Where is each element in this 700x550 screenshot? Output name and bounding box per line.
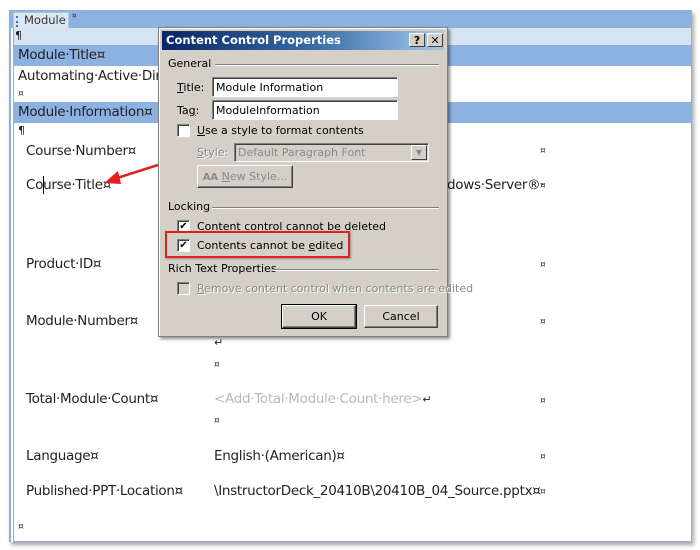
remove-cc-checkbox[interactable] [177,282,190,295]
title-input-value: Module Information [216,81,324,94]
cell-end-mark: ¤ [540,452,546,462]
style-field-label: Style: [197,146,228,159]
module-content-control-tag[interactable]: Module [13,12,69,29]
module-header-band [10,11,691,28]
button-label: ew Style... [229,170,288,183]
tag-field-label: Tag: [177,104,199,117]
cell-end-mark: ¤ [540,260,546,270]
close-button[interactable]: ✕ [427,33,443,47]
title-field-label: Title: [177,81,204,94]
line-break-mark: ↵ [422,393,432,406]
chevron-down-icon[interactable]: ▼ [411,145,427,160]
title-input[interactable]: Module Information [212,77,398,97]
tag-input-value: ModuleInformation [216,104,320,117]
published-ppt-location-label: Published·PPT·Location¤ [26,483,183,499]
cell-end-mark: ¤ [18,89,24,99]
cell-end-mark: ¤ [214,360,220,370]
group-divider [212,207,439,209]
language-label: Language¤ [26,448,99,464]
tag-input[interactable]: ModuleInformation [212,100,398,120]
cancel-button[interactable]: Cancel [364,305,438,328]
new-style-button[interactable]: AA New Style... [197,165,293,188]
cell-end-mark: ¤ [540,487,546,497]
total-module-count-placeholder[interactable]: <Add·Total·Module·Count·here>↵ [214,391,432,407]
access-key: U [197,124,206,137]
cell-end-mark: ¤ [214,416,220,426]
style-select[interactable]: Default Paragraph Font ▼ [234,143,429,162]
total-module-count-label: Total·Module·Count¤ [26,391,159,407]
access-key: N [221,170,230,183]
new-style-icon: AA [202,172,219,183]
cell-end-mark: ¤ [540,181,546,191]
dialog-title: Content Control Properties [166,33,341,47]
course-title-label: Course·Title¤ [26,177,111,193]
published-ppt-location-value[interactable]: \InstructorDeck_20410B\20410B_04_Source.… [214,483,541,499]
module-title-heading: Module·Title¤ [18,47,106,63]
access-key: S [197,146,204,159]
label-text: : [195,104,200,117]
cell-end-mark: ¤ [540,146,546,156]
pilcrow-mark: ¶ [15,29,22,42]
product-id-label: Product·ID¤ [26,256,102,272]
group-divider [215,64,439,66]
rich-text-group-label: Rich Text Properties [168,262,277,275]
label-text: Ta [177,104,189,117]
label-text: tyle: [203,146,229,159]
module-information-heading: Module·Information¤ [18,104,153,120]
ok-button[interactable]: OK [281,304,357,329]
label-text: se a style to format contents [205,124,364,137]
use-style-label[interactable]: Use a style to format contents [197,124,364,137]
cell-end-mark: ¤ [540,396,546,406]
style-select-value: Default Paragraph Font [238,146,366,159]
drag-grip-icon[interactable] [16,16,18,27]
cell-end-mark: ¤ [72,12,77,20]
text-cursor [43,176,44,194]
use-style-checkbox[interactable] [177,124,190,137]
course-number-label: Course·Number¤ [26,143,137,159]
language-value[interactable]: English·(American)¤ [214,448,345,464]
module-tag-label: Module [24,13,66,27]
module-title-value[interactable]: Automating·Active·Dire [18,68,169,84]
cell-end-mark: ¤ [18,522,24,532]
content-control-properties-dialog: Content Control Properties ? ✕ General T… [158,27,473,337]
label-text: itle: [183,81,205,94]
help-icon: ? [413,34,421,47]
access-key: g [188,104,196,117]
course-title-label-part: Co [26,177,44,193]
course-title-value[interactable]: dows·Server®· [447,177,545,193]
group-divider [273,269,439,271]
close-icon: ✕ [430,34,440,47]
help-button[interactable]: ? [409,33,425,47]
line-break-mark: ↵ [214,336,223,349]
general-group-label: General [168,57,212,70]
module-number-label: Module·Number¤ [26,313,139,329]
label-text: emove content control when contents are … [204,282,474,295]
dialog-titlebar[interactable]: Content Control Properties ? ✕ [162,31,444,50]
cell-end-mark: ¤ [540,317,546,327]
annotation-highlight-box [165,231,350,258]
locking-group-label: Locking [168,200,211,213]
placeholder-text: <Add·Total·Module·Count·here> [214,391,423,407]
pilcrow-mark: ¶ [18,124,25,137]
remove-cc-label[interactable]: Remove content control when contents are… [197,282,473,295]
